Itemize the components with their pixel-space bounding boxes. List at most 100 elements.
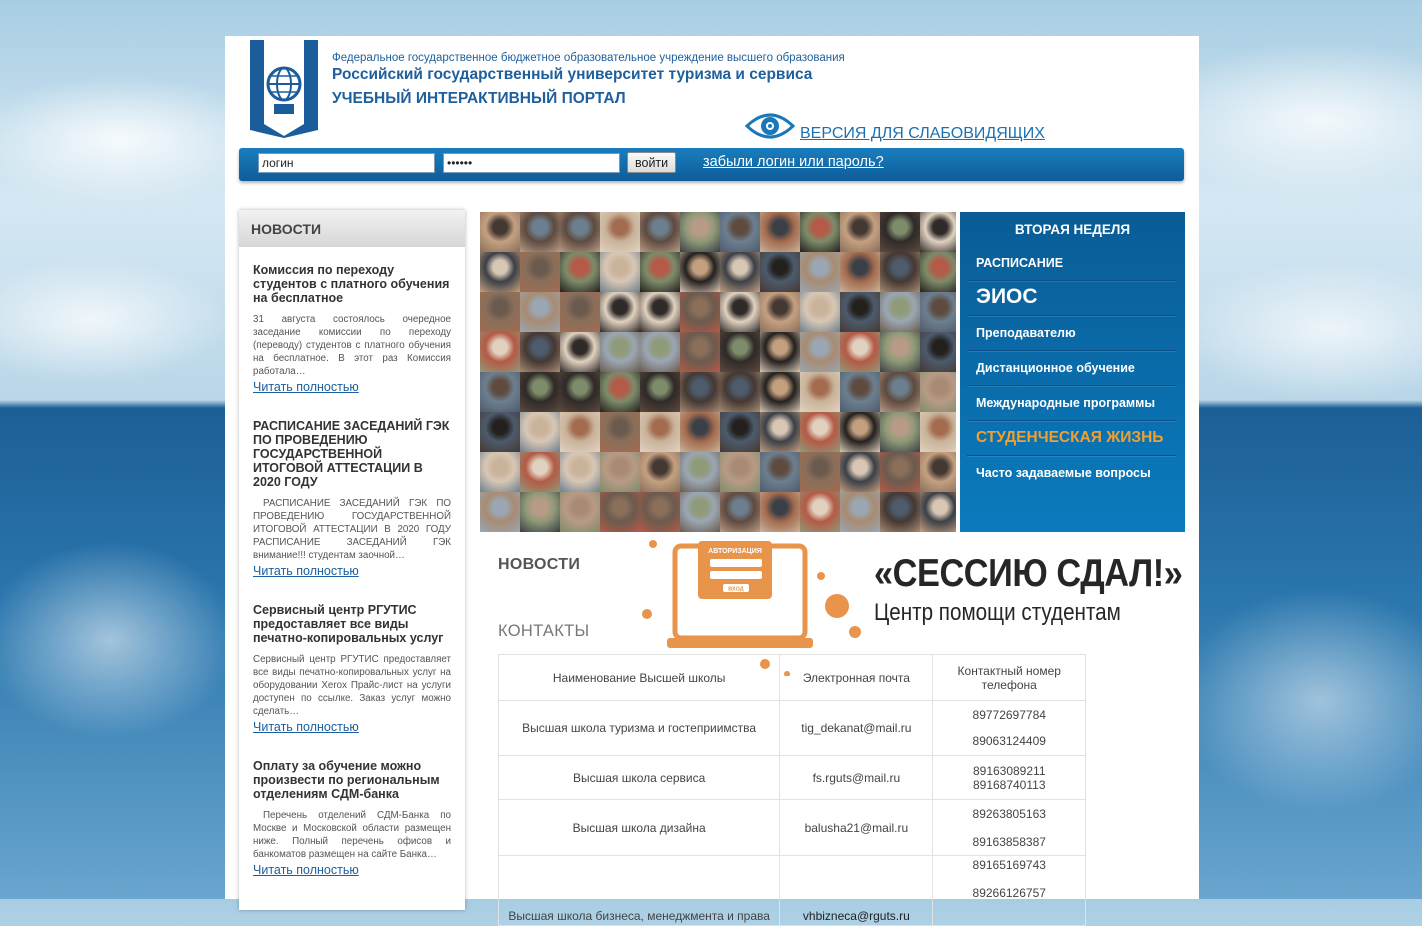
student-photo — [880, 452, 920, 492]
current-week-label: ВТОРАЯ НЕДЕЛЯ — [1014, 222, 1131, 237]
student-photo — [640, 452, 680, 492]
student-photo — [640, 412, 680, 452]
student-photo — [640, 212, 680, 252]
student-photo — [800, 212, 840, 252]
student-photo — [760, 292, 800, 332]
student-photo — [880, 412, 920, 452]
student-photo — [760, 332, 800, 372]
school-phones: 89165169743 89266126757 — [932, 855, 1086, 926]
student-photo — [920, 412, 956, 452]
school-name: Высшая школа дизайна — [497, 799, 781, 856]
banner-screen-label: АВТОРИЗАЦИЯ — [708, 548, 762, 555]
table-row: Высшая школа дизайна balusha21@mail.ru 8… — [497, 799, 1086, 856]
student-photo — [720, 212, 760, 252]
student-photo — [800, 372, 840, 412]
news-title[interactable]: Комиссия по переходу студентов с платног… — [253, 263, 451, 305]
table-row: Высшая школа туризма и гостеприимства ti… — [497, 700, 1086, 756]
login-bar: войти забыли логин или пароль? — [239, 148, 1184, 181]
news-sidebar: НОВОСТИ Комиссия по переходу студентов с… — [239, 210, 465, 910]
student-photo — [760, 452, 800, 492]
news-excerpt: РАСПИСАНИЕ ЗАСЕДАНИЙ ГЭК ПО ПРОВЕДЕНИЮ Г… — [253, 498, 451, 561]
student-photo — [800, 492, 840, 532]
student-photo — [600, 452, 640, 492]
student-photo — [920, 252, 956, 292]
school-name: Высшая школа сервиса — [497, 755, 781, 800]
news-title[interactable]: Сервисный центр РГУТИС предоставляет все… — [253, 603, 451, 645]
student-photo — [680, 212, 720, 252]
news-excerpt: Сервисный центр РГУТИС предоставляет все… — [253, 654, 451, 717]
login-input[interactable] — [258, 153, 435, 173]
menu-item-faq[interactable]: Часто задаваемые вопросы — [967, 456, 1176, 491]
table-header-cell: Контактный номер телефона — [932, 654, 1086, 701]
read-more-link[interactable]: Читать полностью — [253, 863, 359, 877]
school-email[interactable]: vhbizneca@rguts.ru — [779, 855, 934, 926]
news-excerpt: Перечень отделений СДМ-Банка по Москве и… — [253, 810, 451, 860]
menu-item-eios[interactable]: ЭИОС — [967, 281, 1176, 316]
student-photo — [720, 372, 760, 412]
school-email[interactable]: tig_dekanat@mail.ru — [779, 700, 934, 756]
read-more-link[interactable]: Читать полностью — [253, 564, 359, 578]
news-excerpt: 31 августа состоялось очередное заседани… — [253, 314, 451, 377]
school-email[interactable]: balusha21@mail.ru — [779, 799, 934, 856]
student-photo — [520, 332, 560, 372]
student-photo — [480, 212, 520, 252]
student-photo — [920, 452, 956, 492]
student-photo — [880, 292, 920, 332]
menu-item-teacher[interactable]: Преподавателю — [967, 316, 1176, 351]
contacts-section-heading: КОНТАКТЫ — [498, 622, 590, 640]
phone-number: 89163089211 — [972, 763, 1046, 778]
student-photo — [840, 212, 880, 252]
page-container: Федеральное государственное бюджетное об… — [225, 36, 1199, 926]
table-row: Высшая школа сервиса fs.rguts@mail.ru 89… — [497, 755, 1086, 800]
student-photo — [720, 452, 760, 492]
password-input[interactable] — [443, 153, 620, 173]
banner-title: «СЕССИЮ СДАЛ!» — [874, 552, 1183, 595]
read-more-link[interactable]: Читать полностью — [253, 380, 359, 394]
menu-item-student-life[interactable]: СТУДЕНЧЕСКАЯ ЖИЗНЬ — [967, 421, 1176, 456]
news-section-heading: НОВОСТИ — [498, 556, 581, 573]
eye-icon[interactable] — [745, 110, 795, 142]
student-photo — [520, 492, 560, 532]
student-photo — [840, 332, 880, 372]
news-item: Комиссия по переходу студентов с платног… — [239, 263, 465, 396]
student-photo — [600, 252, 640, 292]
student-photo — [840, 452, 880, 492]
student-photo — [680, 252, 720, 292]
forgot-password-link[interactable]: забыли логин или пароль? — [703, 154, 884, 170]
news-item: РАСПИСАНИЕ ЗАСЕДАНИЙ ГЭК ПО ПРОВЕДЕНИЮ Г… — [239, 419, 465, 580]
phone-number: 89772697784 — [972, 708, 1046, 722]
student-photo — [600, 292, 640, 332]
student-photo — [680, 452, 720, 492]
student-photo — [480, 372, 520, 412]
student-photo — [880, 252, 920, 292]
news-title[interactable]: Оплату за обучение можно произвести по р… — [253, 759, 451, 801]
student-photo — [920, 332, 956, 372]
banner-subtitle: Центр помощи студентам — [874, 599, 1121, 626]
student-photo — [520, 452, 560, 492]
student-photo — [480, 252, 520, 292]
student-photo — [680, 332, 720, 372]
student-photo — [880, 492, 920, 532]
school-name: Высшая школа бизнеса, менеджмента и прав… — [497, 855, 781, 926]
read-more-link[interactable]: Читать полностью — [253, 720, 359, 734]
student-photo — [640, 332, 680, 372]
student-photo — [560, 492, 600, 532]
login-button[interactable]: войти — [627, 152, 677, 173]
news-item: Сервисный центр РГУТИС предоставляет все… — [239, 603, 465, 736]
university-logo[interactable] — [250, 40, 318, 138]
student-photo — [560, 332, 600, 372]
student-photo — [560, 292, 600, 332]
student-photo — [720, 292, 760, 332]
phone-number: 89163858387 — [972, 834, 1046, 849]
student-photo — [560, 452, 600, 492]
menu-item-distance-learning[interactable]: Дистанционное обучение — [967, 351, 1176, 386]
student-photo — [480, 292, 520, 332]
student-photo — [880, 372, 920, 412]
news-title[interactable]: РАСПИСАНИЕ ЗАСЕДАНИЙ ГЭК ПО ПРОВЕДЕНИЮ Г… — [253, 419, 451, 489]
menu-item-schedule[interactable]: РАСПИСАНИЕ — [967, 246, 1176, 281]
student-photo — [640, 372, 680, 412]
student-photo-mosaic[interactable] — [480, 212, 956, 532]
school-email[interactable]: fs.rguts@mail.ru — [779, 755, 934, 800]
low-vision-link[interactable]: ВЕРСИЯ ДЛЯ СЛАБОВИДЯЩИХ — [800, 125, 1045, 143]
menu-item-international[interactable]: Международные программы — [967, 386, 1176, 421]
